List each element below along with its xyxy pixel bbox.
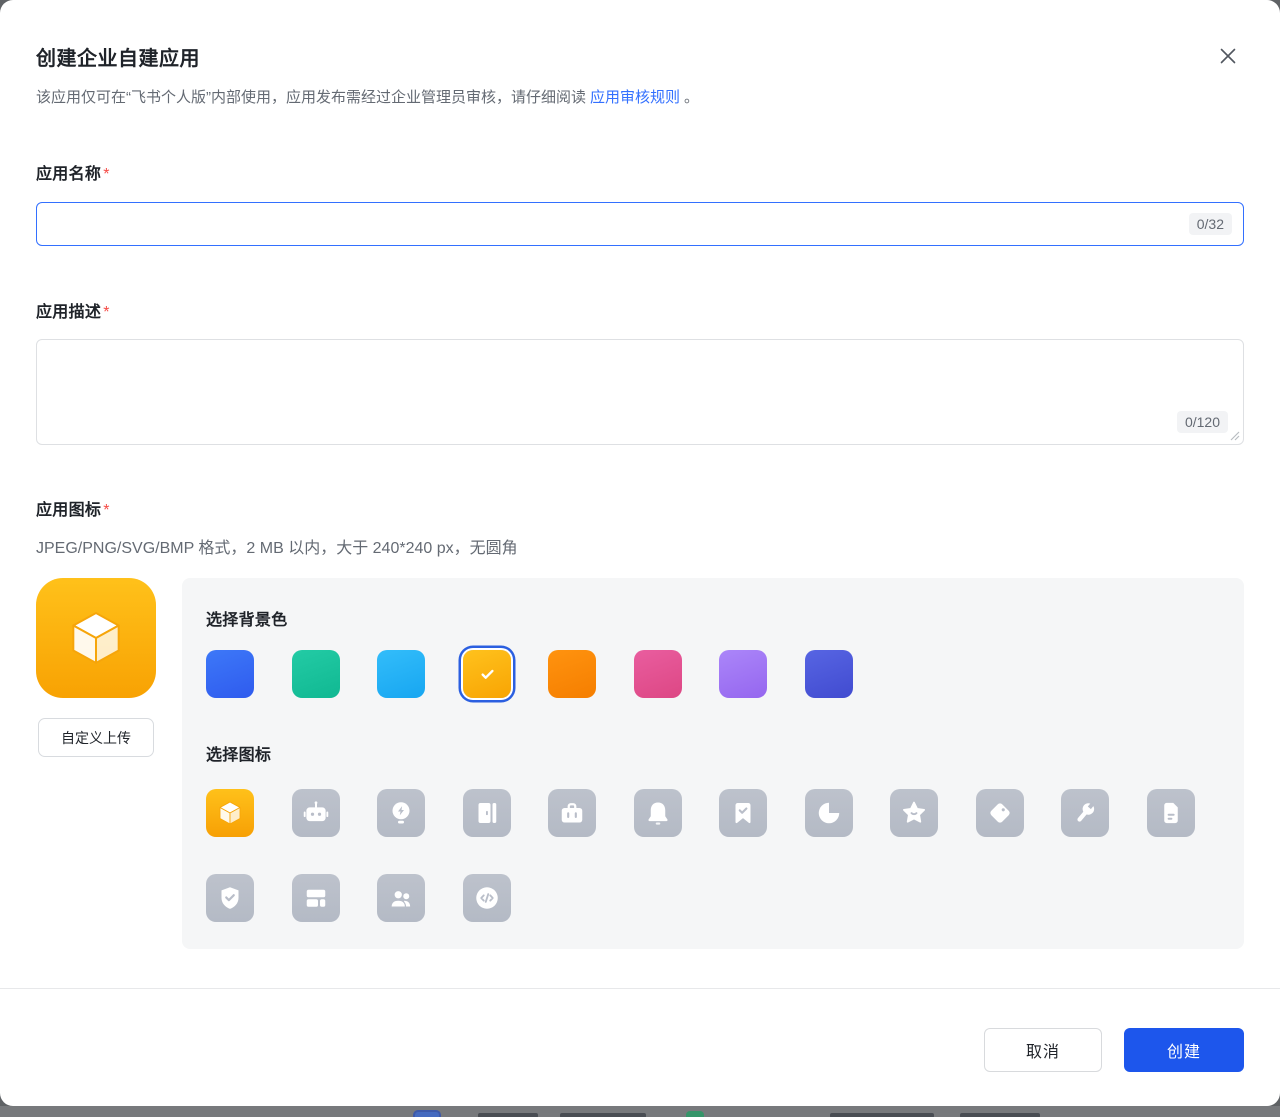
icon-tile-bookmark-check[interactable] [719,789,767,837]
bg-color-swatch-purple[interactable] [719,650,767,698]
bg-color-swatch-row [206,650,853,698]
close-button[interactable] [1208,36,1248,76]
icon-tile-star[interactable] [890,789,938,837]
required-asterisk: * [103,166,110,183]
create-app-dialog: 创建企业自建应用 该应用仅可在“飞书个人版”内部使用，应用发布需经过企业管理员审… [0,0,1280,1106]
bg-color-swatch-amber[interactable] [463,650,511,698]
background-doc-icon [413,1110,441,1117]
document-icon [1156,798,1186,828]
background-text-fragment [960,1113,1040,1117]
icon-tile-users[interactable] [377,874,425,922]
create-button[interactable]: 创建 [1124,1028,1244,1072]
bg-color-swatch-green[interactable] [292,650,340,698]
lightbulb-bolt-icon [386,798,416,828]
subtitle-suffix: 。 [684,89,699,106]
wrench-icon [1070,798,1100,828]
cube-icon [62,604,130,672]
code-circle-icon [472,883,502,913]
background-sheet-icon [686,1111,704,1117]
icon-tile-shield-check[interactable] [206,874,254,922]
icon-tile-row-2 [206,874,511,922]
door-icon [472,798,502,828]
bg-color-swatch-sky[interactable] [377,650,425,698]
icon-tile-dashboard[interactable] [292,874,340,922]
shield-check-icon [215,883,245,913]
app-desc-field-wrap: 0/120 [36,339,1244,445]
cube-icon [215,798,245,828]
icon-tile-document[interactable] [1147,789,1195,837]
app-desc-label: 应用描述* [36,298,110,322]
tag-icon [985,798,1015,828]
briefcase-icon [557,798,587,828]
bg-color-swatch-orange[interactable] [548,650,596,698]
bg-color-section-title: 选择背景色 [206,606,288,630]
app-name-field-wrap: 0/32 [36,202,1244,246]
app-icon-label: 应用图标* [36,496,110,520]
bookmark-check-icon [728,798,758,828]
icon-options-panel: 选择背景色 选择图标 [182,578,1244,949]
icon-format-hint: JPEG/PNG/SVG/BMP 格式，2 MB 以内，大于 240*240 p… [36,534,518,558]
background-page-sliver [0,1106,1280,1117]
background-text-fragment [560,1113,646,1117]
icon-tile-tag[interactable] [976,789,1024,837]
icon-tile-pie[interactable] [805,789,853,837]
subtitle-text: 该应用仅可在“飞书个人版”内部使用，应用发布需经过企业管理员审核，请仔细阅读 [36,89,586,106]
bell-icon [643,798,673,828]
dialog-title: 创建企业自建应用 [36,42,200,71]
background-text-fragment [830,1113,934,1117]
app-name-input[interactable] [36,202,1244,246]
app-desc-textarea[interactable] [36,339,1244,445]
icon-tile-briefcase[interactable] [548,789,596,837]
app-name-label: 应用名称* [36,160,110,184]
footer-divider [0,988,1280,989]
icon-section-title: 选择图标 [206,741,271,765]
star-smile-icon [899,798,929,828]
pie-chart-icon [814,798,844,828]
icon-tile-bell[interactable] [634,789,682,837]
required-asterisk: * [103,304,110,321]
bg-color-swatch-pink[interactable] [634,650,682,698]
icon-tile-code[interactable] [463,874,511,922]
modal-backdrop: 创建企业自建应用 该应用仅可在“飞书个人版”内部使用，应用发布需经过企业管理员审… [0,0,1280,1117]
dashboard-icon [301,883,331,913]
users-icon [386,883,416,913]
icon-tile-bulb[interactable] [377,789,425,837]
required-asterisk: * [103,502,110,519]
resize-grip-icon[interactable] [1230,431,1240,441]
icon-tile-row-1 [206,789,1195,837]
icon-tile-door[interactable] [463,789,511,837]
review-rules-link[interactable]: 应用审核规则 [590,89,680,106]
icon-tile-cube[interactable] [206,789,254,837]
bg-color-swatch-blue[interactable] [206,650,254,698]
robot-icon [301,798,331,828]
dialog-subtitle: 该应用仅可在“飞书个人版”内部使用，应用发布需经过企业管理员审核，请仔细阅读应用… [36,86,1136,110]
close-icon [1215,43,1241,69]
check-icon [474,661,500,687]
icon-tile-wrench[interactable] [1061,789,1109,837]
cancel-button[interactable]: 取消 [984,1028,1102,1072]
bg-color-swatch-indigo[interactable] [805,650,853,698]
app-icon-preview [36,578,156,698]
icon-tile-robot[interactable] [292,789,340,837]
custom-upload-button[interactable]: 自定义上传 [38,718,154,757]
background-text-fragment [478,1113,538,1117]
